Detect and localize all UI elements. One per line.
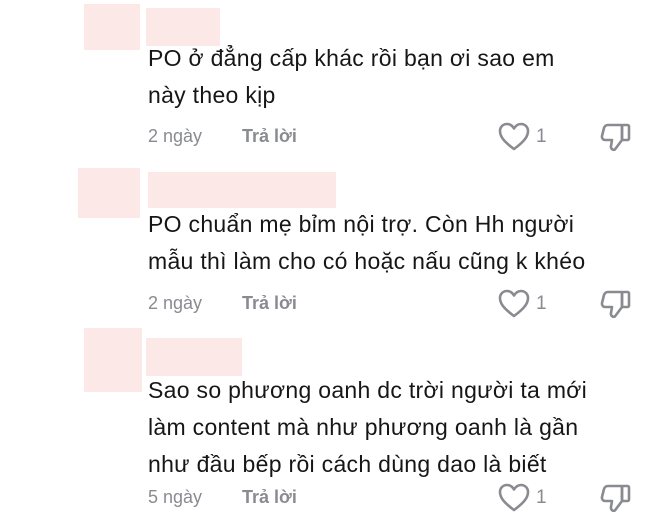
comment-text: Sao so phương oanh dc trời người ta mới … [148, 372, 648, 483]
comment-text-line: PO chuẩn mẹ bỉm nội trợ. Còn Hh người [148, 211, 575, 237]
heart-outline-icon [498, 289, 530, 318]
dislike-button[interactable] [600, 289, 632, 319]
comment-text-line: làm content mà như phương oanh là gần [148, 414, 579, 440]
avatar[interactable] [84, 328, 142, 392]
thumbs-down-outline-icon [600, 290, 631, 319]
comment-text-line: mẫu thì làm cho có hoặc nấu cũng k khéo [148, 248, 586, 274]
heart-outline-icon [498, 483, 530, 512]
thumbs-down-outline-icon [600, 123, 631, 152]
thumbs-down-outline-icon [600, 484, 631, 513]
comment-text-line: này theo kịp [148, 82, 276, 108]
like-count: 1 [536, 293, 547, 314]
username-redacted[interactable] [148, 172, 336, 208]
like-count: 1 [536, 487, 547, 508]
reply-button[interactable]: Trả lời [242, 126, 297, 147]
comment-timestamp: 2 ngày [148, 126, 203, 146]
comment-timestamp: 5 ngày [148, 487, 203, 507]
avatar[interactable] [78, 168, 140, 218]
reply-button[interactable]: Trả lời [242, 293, 297, 314]
username-redacted[interactable] [146, 338, 242, 376]
comment-text: PO chuẩn mẹ bỉm nội trợ. Còn Hh người mẫ… [148, 206, 648, 280]
dislike-button[interactable] [600, 483, 632, 513]
comment-text-line: như đầu bếp rồi cách dùng dao là biết [148, 451, 547, 477]
dislike-button[interactable] [600, 122, 632, 152]
comment-text-line: PO ở đẳng cấp khác rồi bạn ơi sao em [148, 45, 555, 71]
reply-button[interactable]: Trả lời [242, 487, 297, 508]
like-count: 1 [536, 126, 547, 147]
like-button[interactable]: 1 [498, 483, 558, 513]
like-button[interactable]: 1 [498, 122, 558, 152]
like-button[interactable]: 1 [498, 289, 558, 319]
comment-text-line: Sao so phương oanh dc trời người ta mới [148, 377, 588, 403]
comment-text: PO ở đẳng cấp khác rồi bạn ơi sao em này… [148, 40, 648, 114]
avatar[interactable] [84, 4, 140, 50]
comment-timestamp: 2 ngày [148, 293, 203, 313]
heart-outline-icon [498, 122, 530, 151]
